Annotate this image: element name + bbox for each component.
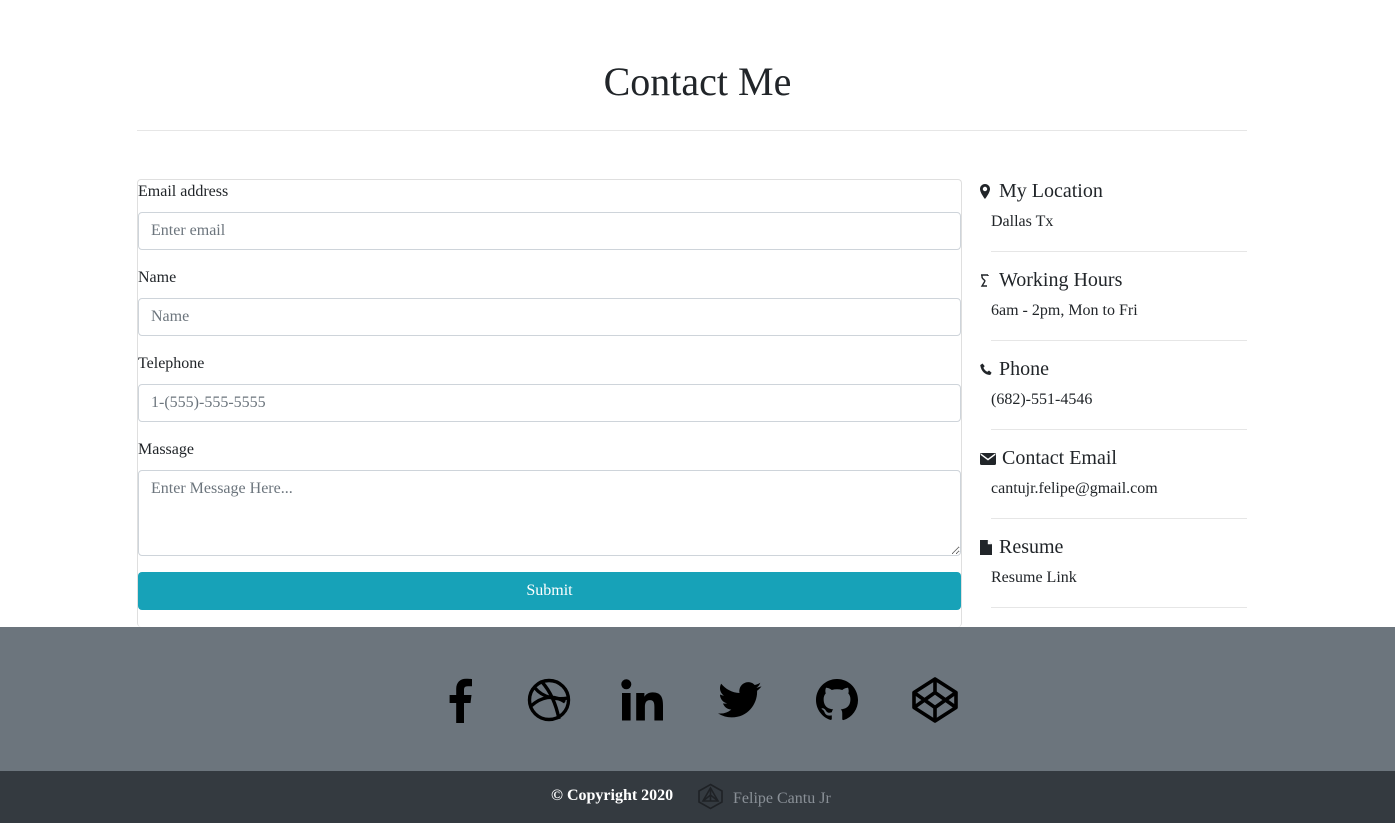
contact-form: Email address Name Telephone Massage Sub… xyxy=(137,179,962,627)
message-label: Massage xyxy=(138,441,194,458)
envelope-icon xyxy=(980,449,1000,469)
brand-logo-icon xyxy=(697,783,724,815)
telephone-label: Telephone xyxy=(138,355,205,372)
linkedin-icon[interactable] xyxy=(619,676,667,724)
email-label: Email address xyxy=(138,183,229,200)
resume-link[interactable]: Resume Link xyxy=(991,569,1077,587)
info-location: My Location Dallas Tx xyxy=(980,179,1247,268)
twitter-icon[interactable] xyxy=(716,676,764,724)
page-title: Contact Me xyxy=(603,59,792,104)
resume-divider xyxy=(991,607,1247,608)
info-email: Contact Email cantujr.felipe@gmail.com xyxy=(980,446,1247,535)
email-divider xyxy=(991,518,1247,519)
name-label: Name xyxy=(138,269,177,286)
info-hours: Working Hours 6am - 2pm, Mon to Fri xyxy=(980,268,1247,357)
phone-icon xyxy=(980,360,997,380)
location-title: My Location xyxy=(999,180,1103,202)
brand-name: Felipe Cantu Jr xyxy=(733,790,831,807)
codepen-icon[interactable] xyxy=(911,676,959,724)
file-icon xyxy=(980,538,997,558)
phone-value: (682)-551-4546 xyxy=(991,391,1093,408)
footer: © Copyright 2020 Felipe Cantu Jr xyxy=(0,771,1395,823)
title-divider xyxy=(137,130,1247,131)
email-field[interactable] xyxy=(138,212,961,250)
phone-divider xyxy=(991,429,1247,430)
location-divider xyxy=(991,251,1247,252)
brand-link[interactable]: Felipe Cantu Jr xyxy=(697,783,831,815)
facebook-icon[interactable] xyxy=(436,676,484,724)
phone-title: Phone xyxy=(999,358,1049,380)
email-value: cantujr.felipe@gmail.com xyxy=(991,480,1158,497)
copyright-text: © Copyright 2020 xyxy=(551,787,674,804)
map-marker-icon xyxy=(980,182,997,202)
info-phone: Phone (682)-551-4546 xyxy=(980,357,1247,446)
name-field[interactable] xyxy=(138,298,961,336)
submit-button[interactable]: Submit xyxy=(138,572,961,610)
message-field[interactable] xyxy=(138,470,961,556)
location-value: Dallas Tx xyxy=(991,213,1054,230)
resume-title: Resume xyxy=(999,536,1064,558)
hours-divider xyxy=(991,340,1247,341)
telephone-field[interactable] xyxy=(138,384,961,422)
dribbble-icon[interactable] xyxy=(525,676,573,724)
hourglass-icon xyxy=(980,271,997,291)
github-icon[interactable] xyxy=(813,676,861,724)
info-resume: Resume Resume Link xyxy=(980,535,1247,624)
hours-value: 6am - 2pm, Mon to Fri xyxy=(991,302,1138,319)
hours-title: Working Hours xyxy=(999,269,1123,291)
email-title: Contact Email xyxy=(1002,447,1117,469)
social-links-band xyxy=(0,627,1395,771)
